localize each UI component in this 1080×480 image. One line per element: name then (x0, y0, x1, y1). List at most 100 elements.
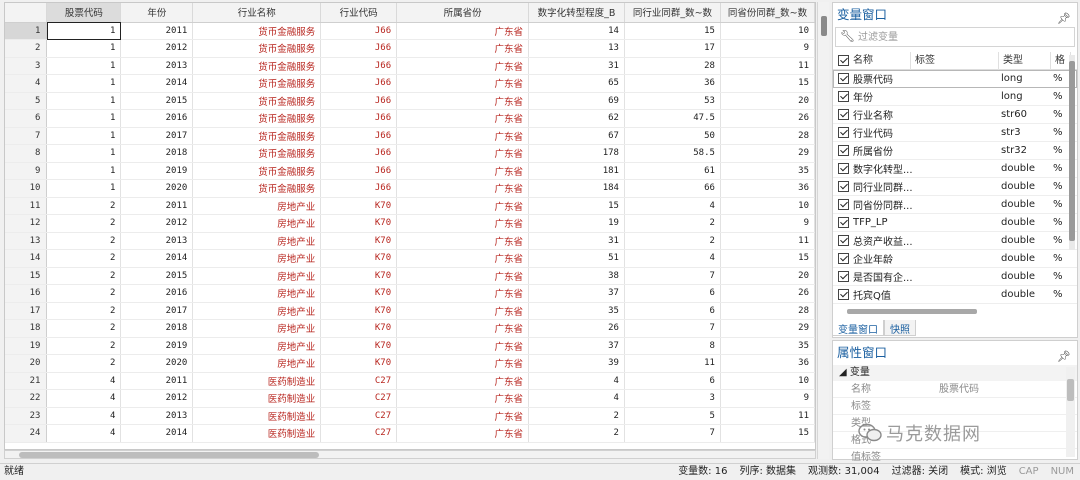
table-cell[interactable]: 2 (528, 407, 625, 425)
table-cell[interactable]: 11 (720, 407, 815, 425)
table-cell[interactable]: 184 (528, 179, 625, 198)
table-cell[interactable]: 29 (720, 319, 815, 338)
variable-checkbox[interactable] (838, 181, 849, 192)
table-cell[interactable]: 货币金融服务 (192, 57, 322, 75)
table-cell[interactable]: K70 (320, 319, 398, 338)
table-cell[interactable]: 2 (46, 197, 122, 215)
variable-list-hscrollbar[interactable] (839, 309, 1069, 315)
table-cell[interactable]: 房地产业 (192, 302, 322, 320)
table-cell[interactable]: 15 (528, 197, 625, 215)
header-type[interactable]: 类型 (999, 51, 1051, 70)
table-cell[interactable]: J66 (320, 144, 398, 163)
table-cell[interactable]: 37 (528, 337, 625, 355)
table-cell[interactable]: K70 (320, 354, 398, 373)
table-cell[interactable]: 7 (624, 319, 721, 338)
table-cell[interactable]: 15 (720, 249, 815, 268)
row-number[interactable]: 8 (5, 144, 48, 163)
table-cell[interactable]: J66 (320, 57, 398, 75)
table-cell[interactable]: 15 (624, 22, 721, 40)
table-cell[interactable]: 2011 (120, 22, 194, 40)
table-cell[interactable]: J66 (320, 162, 398, 180)
grid-horizontal-scrollbar[interactable] (4, 450, 816, 459)
table-cell[interactable]: 广东省 (396, 39, 529, 58)
row-number[interactable]: 11 (5, 197, 48, 215)
table-cell[interactable]: 20 (720, 267, 815, 285)
table-cell[interactable]: 1 (46, 92, 122, 110)
table-cell[interactable]: 35 (720, 337, 815, 355)
table-cell[interactable]: K70 (320, 284, 398, 303)
table-cell[interactable]: 货币金融服务 (192, 162, 322, 180)
table-cell[interactable]: 2 (528, 424, 625, 443)
table-cell[interactable]: 2 (624, 214, 721, 233)
table-cell[interactable]: 广东省 (396, 354, 529, 373)
grid-vertical-scrollbar[interactable] (817, 2, 829, 459)
row-number[interactable]: 22 (5, 389, 48, 408)
variable-checkbox[interactable] (838, 145, 849, 156)
table-cell[interactable]: 2017 (120, 127, 194, 145)
table-cell[interactable]: 房地产业 (192, 354, 322, 373)
table-cell[interactable]: 1 (46, 109, 122, 128)
table-cell[interactable]: 10 (720, 22, 815, 40)
tab-snapshots[interactable]: 快照 (884, 320, 916, 336)
variable-checkbox[interactable] (838, 235, 849, 246)
table-cell[interactable]: C27 (320, 407, 398, 425)
table-row[interactable]: 20 2 2020 房地产业 K70 广东省 39 11 36 (5, 354, 815, 373)
table-cell[interactable]: 货币金融服务 (192, 74, 322, 93)
table-cell[interactable]: 2013 (120, 57, 194, 75)
table-cell[interactable]: 4 (624, 249, 721, 268)
table-cell[interactable]: 广东省 (396, 179, 529, 198)
table-row[interactable]: 24 4 2014 医药制造业 C27 广东省 2 7 15 (5, 424, 815, 443)
tab-variables[interactable]: 变量窗口 (832, 320, 884, 336)
table-cell[interactable]: 1 (46, 57, 122, 75)
table-cell[interactable]: 房地产业 (192, 337, 322, 355)
table-cell[interactable]: 2012 (120, 39, 194, 58)
column-header[interactable]: 行业代码 (320, 3, 398, 23)
table-cell[interactable]: 26 (720, 109, 815, 128)
table-cell[interactable]: K70 (320, 267, 398, 285)
table-cell[interactable]: 医药制造业 (192, 372, 322, 390)
table-cell[interactable]: J66 (320, 39, 398, 58)
table-cell[interactable]: 35 (528, 302, 625, 320)
table-cell[interactable]: 广东省 (396, 372, 529, 390)
table-cell[interactable]: 货币金融服务 (192, 144, 322, 163)
table-cell[interactable]: 10 (720, 372, 815, 390)
table-cell[interactable]: 货币金融服务 (192, 109, 322, 128)
row-number[interactable]: 7 (5, 127, 48, 145)
table-row[interactable]: 13 2 2013 房地产业 K70 广东省 31 2 11 (5, 232, 815, 250)
table-cell[interactable]: J66 (320, 127, 398, 145)
row-number[interactable]: 10 (5, 179, 48, 198)
table-cell[interactable]: 20 (720, 92, 815, 110)
table-cell[interactable]: 13 (528, 39, 625, 58)
table-cell[interactable]: 2018 (120, 319, 194, 338)
table-cell[interactable]: 广东省 (396, 337, 529, 355)
table-cell[interactable]: 65 (528, 74, 625, 93)
table-cell[interactable]: 2011 (120, 372, 194, 390)
table-cell[interactable]: 26 (720, 284, 815, 303)
row-number[interactable]: 21 (5, 372, 48, 390)
table-cell[interactable]: 广东省 (396, 319, 529, 338)
table-cell[interactable]: 19 (528, 214, 625, 233)
table-cell[interactable]: 房地产业 (192, 319, 322, 338)
table-cell[interactable]: 货币金融服务 (192, 127, 322, 145)
table-cell[interactable]: 广东省 (396, 424, 529, 443)
table-cell[interactable]: 31 (528, 57, 625, 75)
table-cell[interactable]: 2016 (120, 284, 194, 303)
table-cell[interactable]: 6 (624, 302, 721, 320)
table-cell[interactable]: 货币金融服务 (192, 179, 322, 198)
table-cell[interactable]: 医药制造业 (192, 407, 322, 425)
table-row[interactable]: 23 4 2013 医药制造业 C27 广东省 2 5 11 (5, 407, 815, 425)
table-cell[interactable]: 4 (46, 389, 122, 408)
column-header[interactable]: 年份 (120, 3, 194, 23)
table-cell[interactable]: 广东省 (396, 302, 529, 320)
row-number[interactable]: 16 (5, 284, 48, 303)
table-cell[interactable]: 2014 (120, 249, 194, 268)
table-cell[interactable]: 15 (720, 74, 815, 93)
table-cell[interactable]: 1 (46, 144, 122, 163)
table-cell[interactable]: J66 (320, 179, 398, 198)
table-cell[interactable]: 26 (528, 319, 625, 338)
filter-input[interactable] (858, 30, 1058, 45)
table-cell[interactable]: 2018 (120, 144, 194, 163)
table-cell[interactable]: 1 (46, 74, 122, 93)
table-cell[interactable]: 28 (720, 302, 815, 320)
table-cell[interactable]: 11 (720, 57, 815, 75)
